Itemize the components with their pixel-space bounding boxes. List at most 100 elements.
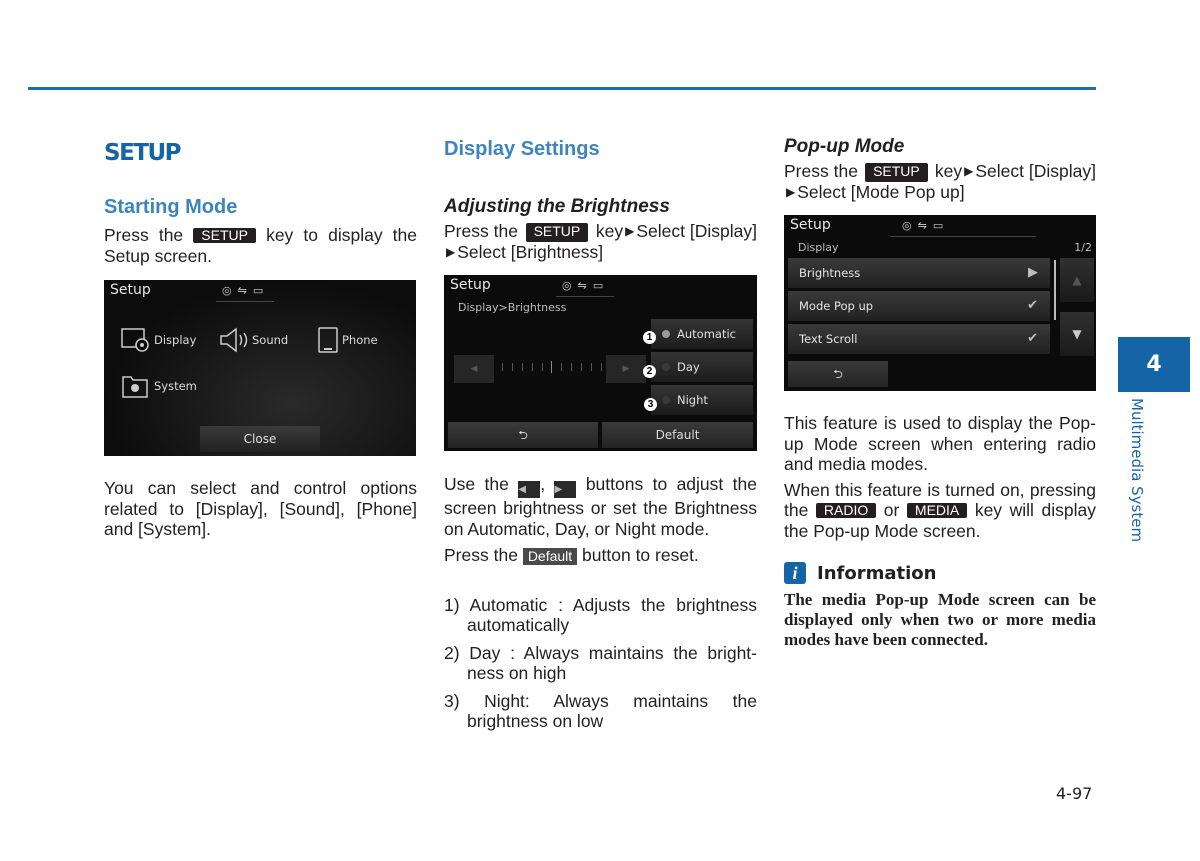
breadcrumb: Display xyxy=(798,241,839,254)
status-icons: ◎⇋▭ xyxy=(902,219,949,232)
column-display-settings: Display Settings Adjusting the Brightnes… xyxy=(444,130,757,739)
page-number: 4-97 xyxy=(1056,784,1093,803)
row-label: Text Scroll xyxy=(799,332,858,346)
arrow-right-icon: ▶ xyxy=(1028,265,1038,280)
text: key xyxy=(595,221,624,241)
scroll-up-button[interactable]: ▲ xyxy=(1060,258,1094,302)
subsection-title: Starting Mode xyxy=(104,196,238,218)
column-setup: SETUP Starting Mode Press the SETUP key … xyxy=(104,130,417,540)
folder-gear-icon xyxy=(122,376,148,398)
row-brightness[interactable]: Brightness ▶ xyxy=(788,258,1050,288)
information-body: The media Pop-up Mode screen can be disp… xyxy=(784,590,1096,649)
text: key ▶ Select [Display] xyxy=(935,161,1096,182)
radio-key: RADIO xyxy=(815,503,877,518)
back-arrow-icon: ⮌ xyxy=(518,428,528,442)
reset-text: Press the Default button to reset. xyxy=(444,545,757,566)
information-heading: i Information xyxy=(784,562,1096,584)
section-title: Display Settings xyxy=(444,138,600,160)
instruction-text: Press the SETUP key ▶ Select [Display] ▶ Se… xyxy=(444,221,757,262)
text: Select [Mode Pop up] xyxy=(797,181,965,202)
chapter-tab: 4 xyxy=(1118,337,1190,392)
default-button[interactable]: Default xyxy=(602,422,753,448)
description-text: You can select and control options relat… xyxy=(104,478,417,539)
status-underline xyxy=(890,236,1036,237)
aux-icon: ▭ xyxy=(252,284,270,297)
display-gear-icon xyxy=(121,328,149,352)
info-icon: i xyxy=(784,562,806,584)
menu-item-display[interactable]: Display xyxy=(120,326,196,354)
text: Press the xyxy=(444,221,518,241)
media-key: MEDIA xyxy=(906,503,968,518)
header-rule xyxy=(28,87,1096,90)
callout-2: 2 xyxy=(643,365,656,378)
brightness-screen: Setup ◎⇋▭ Display>Brightness ◀ ▶ Automat… xyxy=(444,275,757,451)
row-text-scroll[interactable]: Text Scroll ✔ xyxy=(788,324,1050,354)
back-button[interactable]: ⮌ xyxy=(788,361,888,387)
status-underline xyxy=(216,301,274,302)
arrow-right-icon: ▶ xyxy=(625,224,635,238)
close-button[interactable]: Close xyxy=(200,426,320,452)
option-night[interactable]: Night xyxy=(651,385,753,415)
brightness-slider[interactable] xyxy=(502,361,602,373)
brightness-increase-button[interactable]: ▶ xyxy=(606,355,646,383)
scroll-down-button[interactable]: ▼ xyxy=(1060,312,1094,356)
text: key xyxy=(934,161,963,181)
checkmark-icon: ✔ xyxy=(1027,331,1038,346)
option-label: Automatic xyxy=(677,327,736,341)
information-title: Information xyxy=(817,562,937,584)
disc-icon: ◎ xyxy=(902,219,918,232)
subsection-title: Adjusting the Brightness xyxy=(444,196,670,217)
brightness-decrease-button[interactable]: ◀ xyxy=(454,355,494,383)
setup-key: SETUP xyxy=(193,228,256,243)
arrow-down-icon: ▼ xyxy=(1072,327,1082,341)
arrow-right-icon: ▶ xyxy=(786,184,796,199)
turned-on-text: When this feature is turned on, pressing… xyxy=(784,480,1096,542)
status-underline xyxy=(556,296,614,297)
menu-item-system[interactable]: System xyxy=(120,372,197,400)
disc-icon: ◎ xyxy=(222,284,238,297)
row-label: Brightness xyxy=(799,266,861,280)
feature-text: This feature is used to display the Pop-… xyxy=(784,413,1096,474)
text: key ▶ Select [Display] xyxy=(596,221,757,242)
option-automatic[interactable]: Automatic xyxy=(651,319,753,349)
left-button-icon: ◀ xyxy=(518,481,541,498)
text: Select [Brightness] xyxy=(457,241,604,262)
row-mode-pop-up[interactable]: Mode Pop up ✔ xyxy=(788,291,1050,321)
arrow-up-icon: ▲ xyxy=(1072,273,1082,287)
screen-title: Setup xyxy=(450,277,491,293)
use-buttons-text: Use the ◀, ▶ buttons to adjust the scree… xyxy=(444,474,757,539)
text: or xyxy=(883,500,900,520)
column-popup-mode: Pop-up Mode Press the SETUP key ▶ Select [… xyxy=(784,136,1096,650)
usb-icon: ⇋ xyxy=(917,219,933,232)
list-item: 1) Automatic : Adjusts the brightness au… xyxy=(444,594,757,636)
back-arrow-icon: ⮌ xyxy=(833,367,843,381)
subsection-title: Pop-up Mode xyxy=(784,136,905,157)
arrow-right-icon: ▶ xyxy=(446,244,456,259)
phone-icon xyxy=(318,327,338,353)
callout-1: 1 xyxy=(643,331,656,344)
intro-text: Press the SETUP key to display the Setup… xyxy=(104,225,417,266)
instruction-text: Press the SETUP key ▶ Select [Display] ▶ Se… xyxy=(784,161,1096,202)
default-key: Default xyxy=(522,548,578,565)
option-day[interactable]: Day xyxy=(651,352,753,382)
mode-list: 1) Automatic : Adjusts the brightness au… xyxy=(444,595,757,732)
scrollbar[interactable] xyxy=(1054,260,1056,320)
radio-indicator xyxy=(662,396,670,404)
text: button to reset. xyxy=(582,545,699,565)
chapter-label: Multimedia System xyxy=(1128,398,1146,543)
item-label: Phone xyxy=(342,333,378,347)
back-button[interactable]: ⮌ xyxy=(448,422,598,448)
popup-mode-screen: Setup ◎⇋▭ Display 1/2 Brightness ▶ Mode … xyxy=(784,215,1096,391)
screen-title: Setup xyxy=(110,282,151,298)
menu-item-sound[interactable]: Sound xyxy=(218,326,288,354)
text: , xyxy=(540,474,546,494)
text: Select [Display] xyxy=(975,161,1096,181)
text: Press the xyxy=(444,545,518,565)
instruction-line-2: ▶ Select [Mode Pop up] xyxy=(784,182,965,202)
item-label: Sound xyxy=(252,333,289,347)
aux-icon: ▭ xyxy=(592,279,610,292)
option-label: Night xyxy=(677,393,708,407)
status-icons: ◎⇋▭ xyxy=(562,279,609,292)
text: Press the xyxy=(784,161,858,181)
menu-item-phone[interactable]: Phone xyxy=(316,326,378,354)
